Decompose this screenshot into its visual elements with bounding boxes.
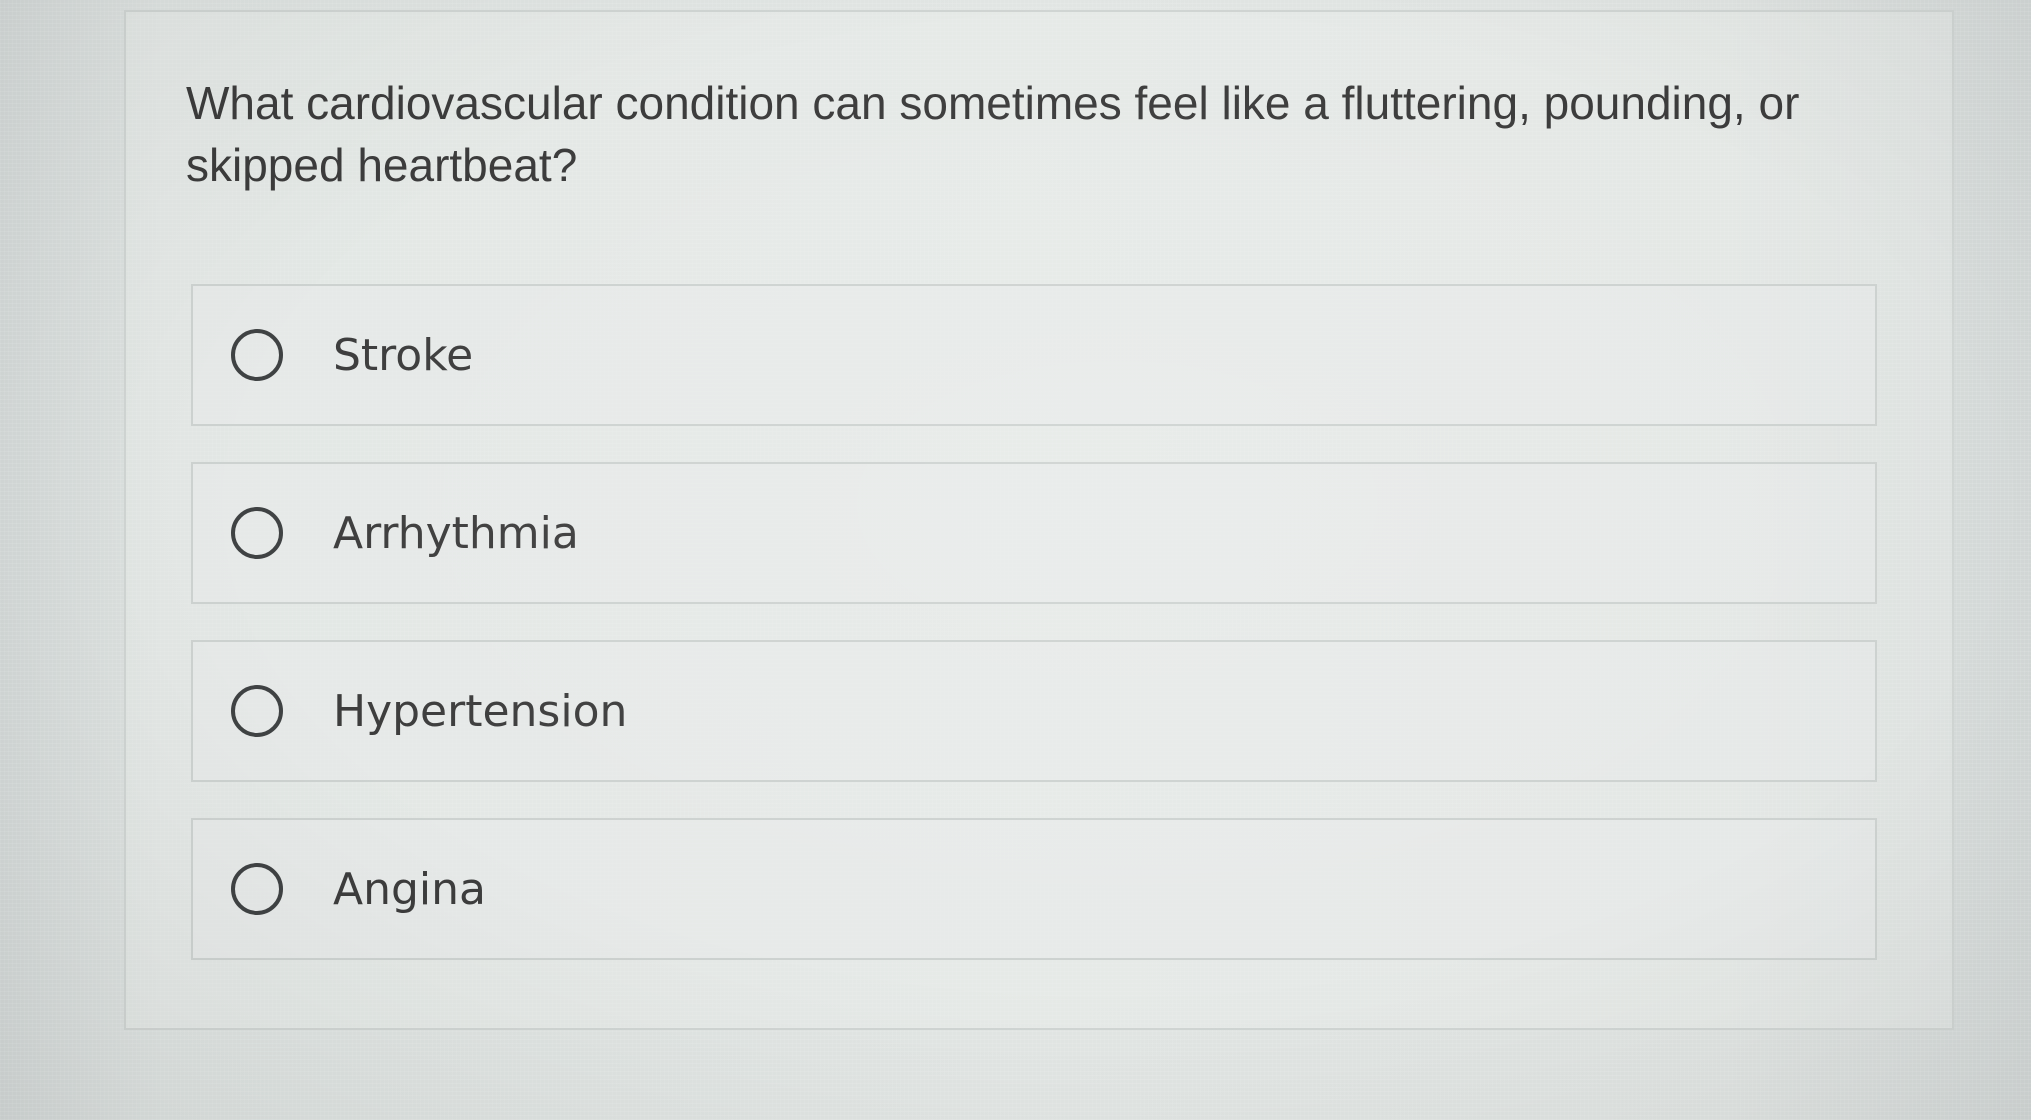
option-label: Hypertension [333, 685, 628, 737]
answer-options: Stroke Arrhythmia Hypertension Angina [191, 284, 1877, 996]
radio-button-icon[interactable] [231, 507, 283, 559]
question-text: What cardiovascular condition can someti… [186, 77, 1800, 191]
option-stroke[interactable]: Stroke [191, 284, 1877, 426]
radio-button-icon[interactable] [231, 863, 283, 915]
radio-button-icon[interactable] [231, 329, 283, 381]
option-angina[interactable]: Angina [191, 818, 1877, 960]
option-label: Angina [333, 863, 486, 915]
radio-button-icon[interactable] [231, 685, 283, 737]
question-card: What cardiovascular condition can someti… [124, 10, 1954, 1030]
option-label: Arrhythmia [333, 507, 579, 559]
option-hypertension[interactable]: Hypertension [191, 640, 1877, 782]
option-arrhythmia[interactable]: Arrhythmia [191, 462, 1877, 604]
option-label: Stroke [333, 329, 474, 381]
